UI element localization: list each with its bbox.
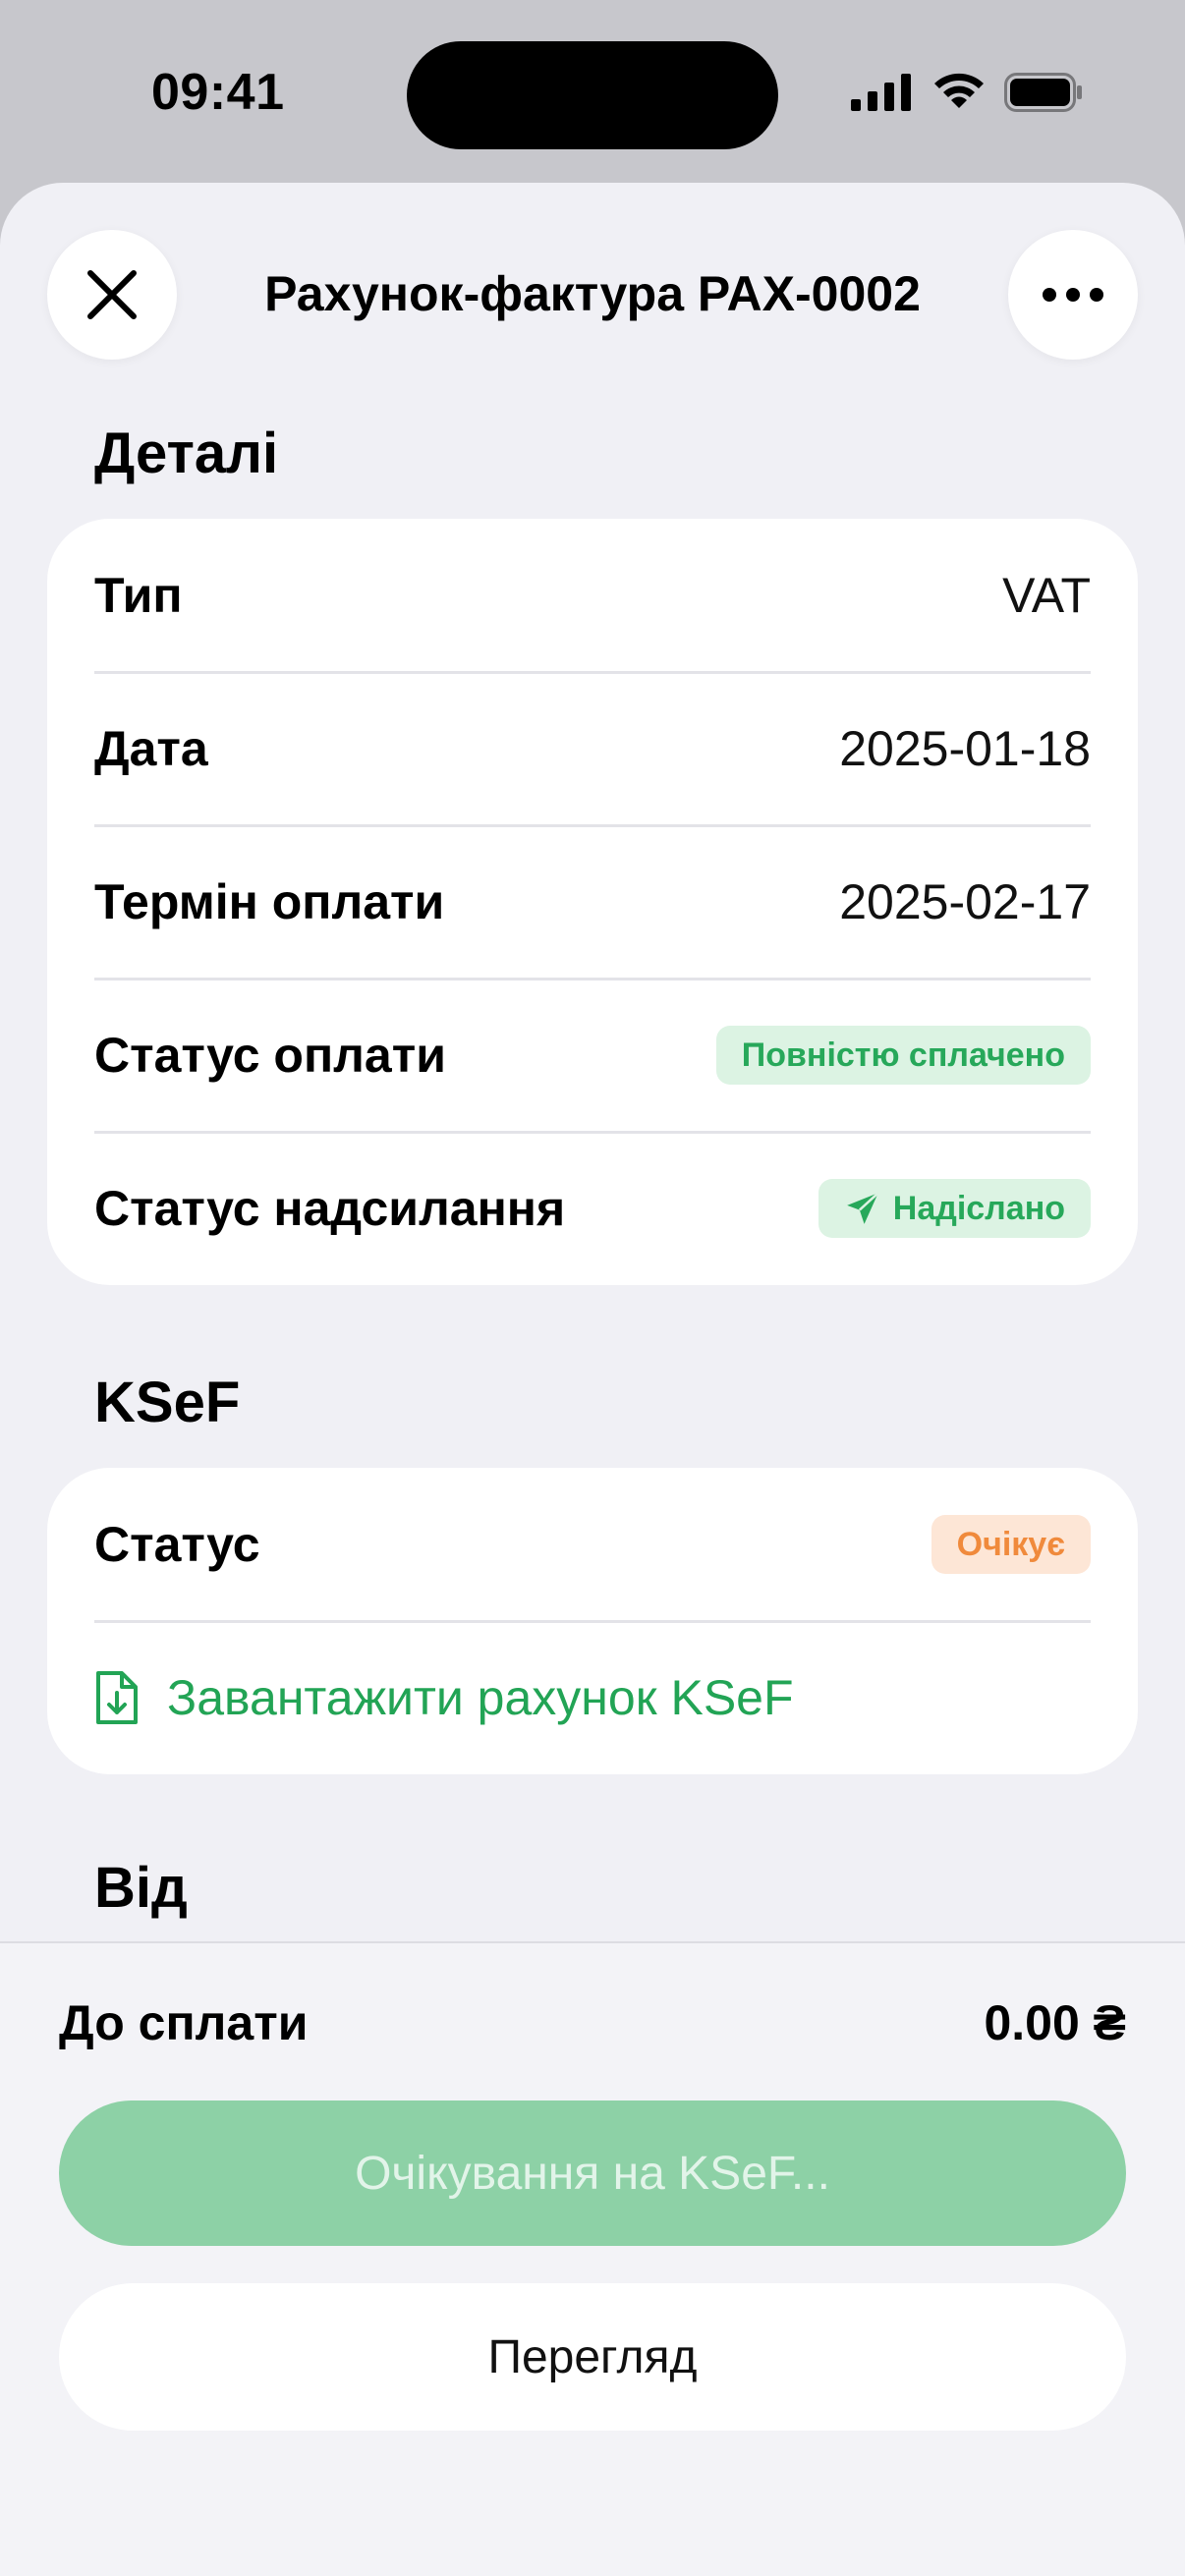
type-value: VAT: [1002, 568, 1091, 623]
date-value: 2025-01-18: [839, 721, 1091, 776]
from-section-title: Від: [94, 1856, 188, 1920]
status-time: 09:41: [151, 64, 285, 121]
preview-button[interactable]: Перегляд: [59, 2283, 1126, 2431]
payment-status-badge: Повністю сплачено: [715, 1026, 1091, 1085]
dynamic-island: [407, 41, 778, 149]
details-section-title: Деталі: [94, 421, 279, 485]
amount-due-value: 0.00 ₴: [984, 1995, 1126, 2050]
details-card: Тип VAT Дата 2025-01-18 Термін оплати 20…: [47, 519, 1138, 1285]
ksef-status-badge: Очікує: [931, 1515, 1091, 1574]
payment-footer: До сплати 0.00 ₴ Очікування на KSeF... П…: [0, 1941, 1185, 2576]
send-status-label: Статус надсилання: [94, 1181, 566, 1236]
type-label: Тип: [94, 568, 183, 623]
cellular-signal-icon: [851, 74, 911, 111]
more-options-button[interactable]: [1008, 230, 1138, 360]
paper-plane-icon: [846, 1192, 879, 1224]
detail-row-date: Дата 2025-01-18: [94, 672, 1091, 825]
date-label: Дата: [94, 721, 208, 776]
ksef-card: Статус Очікує Завантажити рахунок KSeF: [47, 1468, 1138, 1774]
ksef-status-row: Статус Очікує: [94, 1468, 1091, 1621]
due-date-label: Термін оплати: [94, 874, 445, 929]
download-ksef-label: Завантажити рахунок KSeF: [167, 1670, 794, 1725]
detail-row-type: Тип VAT: [94, 519, 1091, 672]
status-icons: [851, 73, 1083, 112]
detail-row-send-status: Статус надсилання Надіслано: [94, 1132, 1091, 1285]
document-download-icon: [96, 1671, 138, 1724]
send-status-badge: Надіслано: [818, 1179, 1091, 1238]
ksef-section-title: KSeF: [94, 1371, 241, 1434]
ksef-status-text: Очікує: [956, 1525, 1065, 1563]
send-status-text: Надіслано: [892, 1189, 1065, 1227]
status-bar: 09:41: [0, 0, 1185, 183]
ellipsis-icon: [1043, 288, 1103, 302]
close-icon: [87, 270, 137, 319]
ksef-status-label: Статус: [94, 1517, 260, 1572]
page-title: Рахунок-фактура PAX-0002: [264, 266, 921, 321]
detail-row-due-date: Термін оплати 2025-02-17: [94, 825, 1091, 979]
wifi-icon: [934, 73, 984, 108]
due-date-value: 2025-02-17: [839, 874, 1091, 929]
amount-due-label: До сплати: [59, 1995, 309, 2050]
payment-status-text: Повністю сплачено: [741, 1036, 1065, 1074]
battery-icon: [1004, 73, 1082, 112]
close-button[interactable]: [47, 230, 177, 360]
payment-status-label: Статус оплати: [94, 1028, 446, 1083]
waiting-ksef-button[interactable]: Очікування на KSeF...: [59, 2100, 1126, 2246]
detail-row-payment-status: Статус оплати Повністю сплачено: [94, 979, 1091, 1132]
download-ksef-button[interactable]: Завантажити рахунок KSeF: [94, 1621, 1091, 1774]
